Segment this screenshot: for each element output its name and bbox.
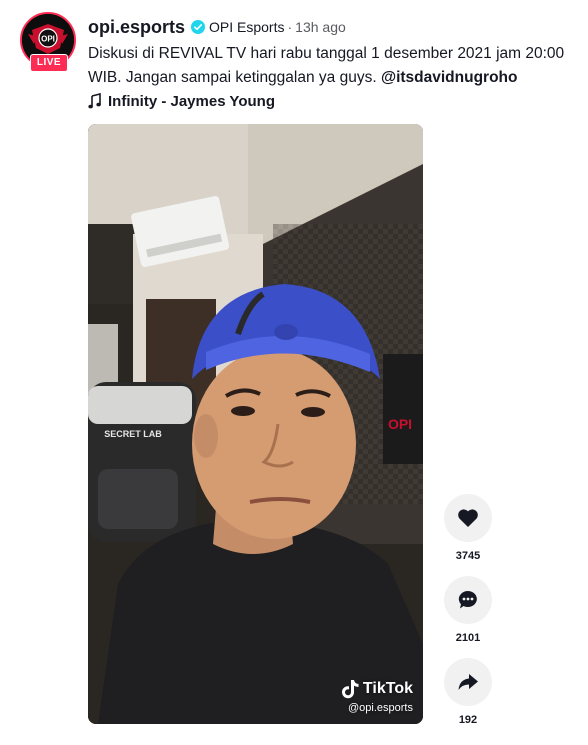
like-action: 3745 xyxy=(442,494,494,562)
music-title: Infinity - Jaymes Young xyxy=(108,92,275,110)
tiktok-watermark: TikTok @opi.esports xyxy=(341,679,413,714)
tiktok-wordmark: TikTok xyxy=(362,680,413,697)
share-arrow-icon xyxy=(458,674,478,690)
tiktok-logo: TikTok xyxy=(341,679,413,699)
author-username[interactable]: opi.esports xyxy=(88,17,185,38)
author-nickname[interactable]: OPI Esports xyxy=(209,19,284,35)
share-action: 192 xyxy=(442,658,494,726)
music-note-icon xyxy=(88,93,101,109)
author-avatar-container[interactable]: OPI LIVE xyxy=(20,12,76,72)
separator-dot: · xyxy=(287,19,293,35)
watermark-handle: @opi.esports xyxy=(348,702,413,714)
post-time: 13h ago xyxy=(295,19,346,35)
comment-action: 2101 xyxy=(442,576,494,644)
video-frame: OPI SECRET LAB xyxy=(88,124,423,724)
like-button[interactable] xyxy=(444,494,492,542)
post-caption: Diskusi di REVIVAL TV hari rabu tanggal … xyxy=(88,42,578,90)
live-badge[interactable]: LIVE xyxy=(30,54,68,72)
like-count: 3745 xyxy=(455,550,481,562)
mention-link[interactable]: @itsdavidnugroho xyxy=(381,69,518,86)
avatar-logo-text: OPI xyxy=(41,35,55,44)
verified-check-icon xyxy=(191,20,206,34)
poster-logo: OPI xyxy=(388,416,412,432)
comment-count: 2101 xyxy=(455,632,481,644)
heart-icon xyxy=(458,509,478,527)
action-bar: 3745 2101 192 xyxy=(442,494,494,740)
share-button[interactable] xyxy=(444,658,492,706)
share-count: 192 xyxy=(458,714,478,726)
wall-poster: OPI xyxy=(383,354,423,464)
comment-button[interactable] xyxy=(444,576,492,624)
post-header: opi.esports OPI Esports · 13h ago xyxy=(88,14,346,40)
music-link[interactable]: Infinity - Jaymes Young xyxy=(88,90,275,112)
video-player[interactable]: OPI SECRET LAB TikTok @opi.esports xyxy=(88,124,423,724)
gaming-chair: SECRET LAB xyxy=(88,382,196,542)
comment-bubble-icon xyxy=(458,590,477,609)
tiktok-note-icon xyxy=(341,680,359,699)
chair-brand-text: SECRET LAB xyxy=(104,429,162,439)
